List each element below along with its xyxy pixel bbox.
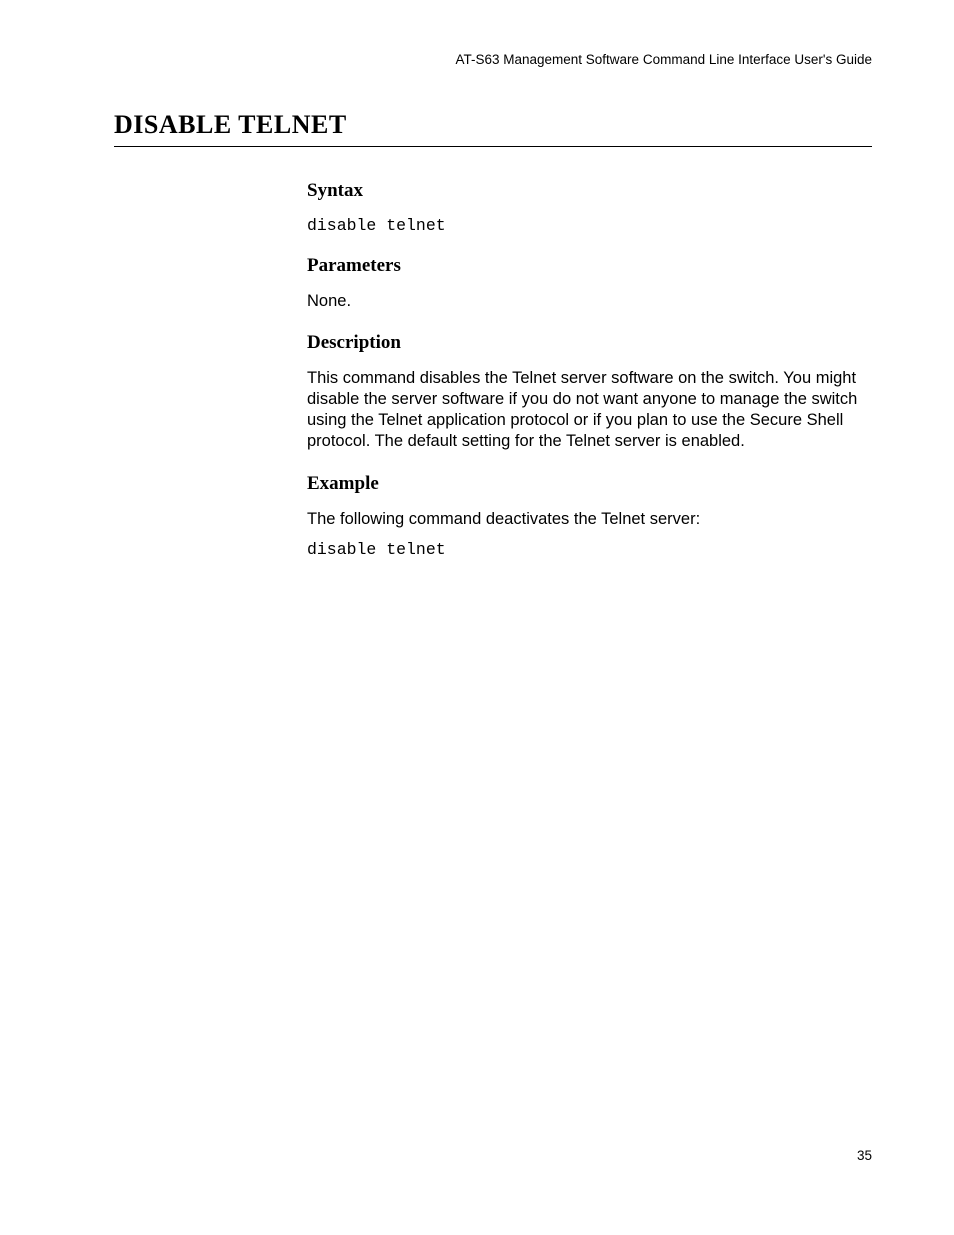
- parameters-text: None.: [307, 291, 872, 312]
- description-heading: Description: [307, 332, 872, 354]
- example-intro: The following command deactivates the Te…: [307, 509, 872, 530]
- description-text: This command disables the Telnet server …: [307, 368, 872, 452]
- syntax-code: disable telnet: [307, 216, 872, 235]
- example-heading: Example: [307, 473, 872, 495]
- example-code: disable telnet: [307, 540, 872, 559]
- parameters-heading: Parameters: [307, 255, 872, 277]
- running-header: AT-S63 Management Software Command Line …: [455, 52, 872, 67]
- body-column: Syntax disable telnet Parameters None. D…: [307, 180, 872, 565]
- page-container: AT-S63 Management Software Command Line …: [0, 0, 954, 1235]
- page-number: 35: [857, 1148, 872, 1163]
- page-title: DISABLE TELNET: [114, 110, 872, 147]
- syntax-heading: Syntax: [307, 180, 872, 202]
